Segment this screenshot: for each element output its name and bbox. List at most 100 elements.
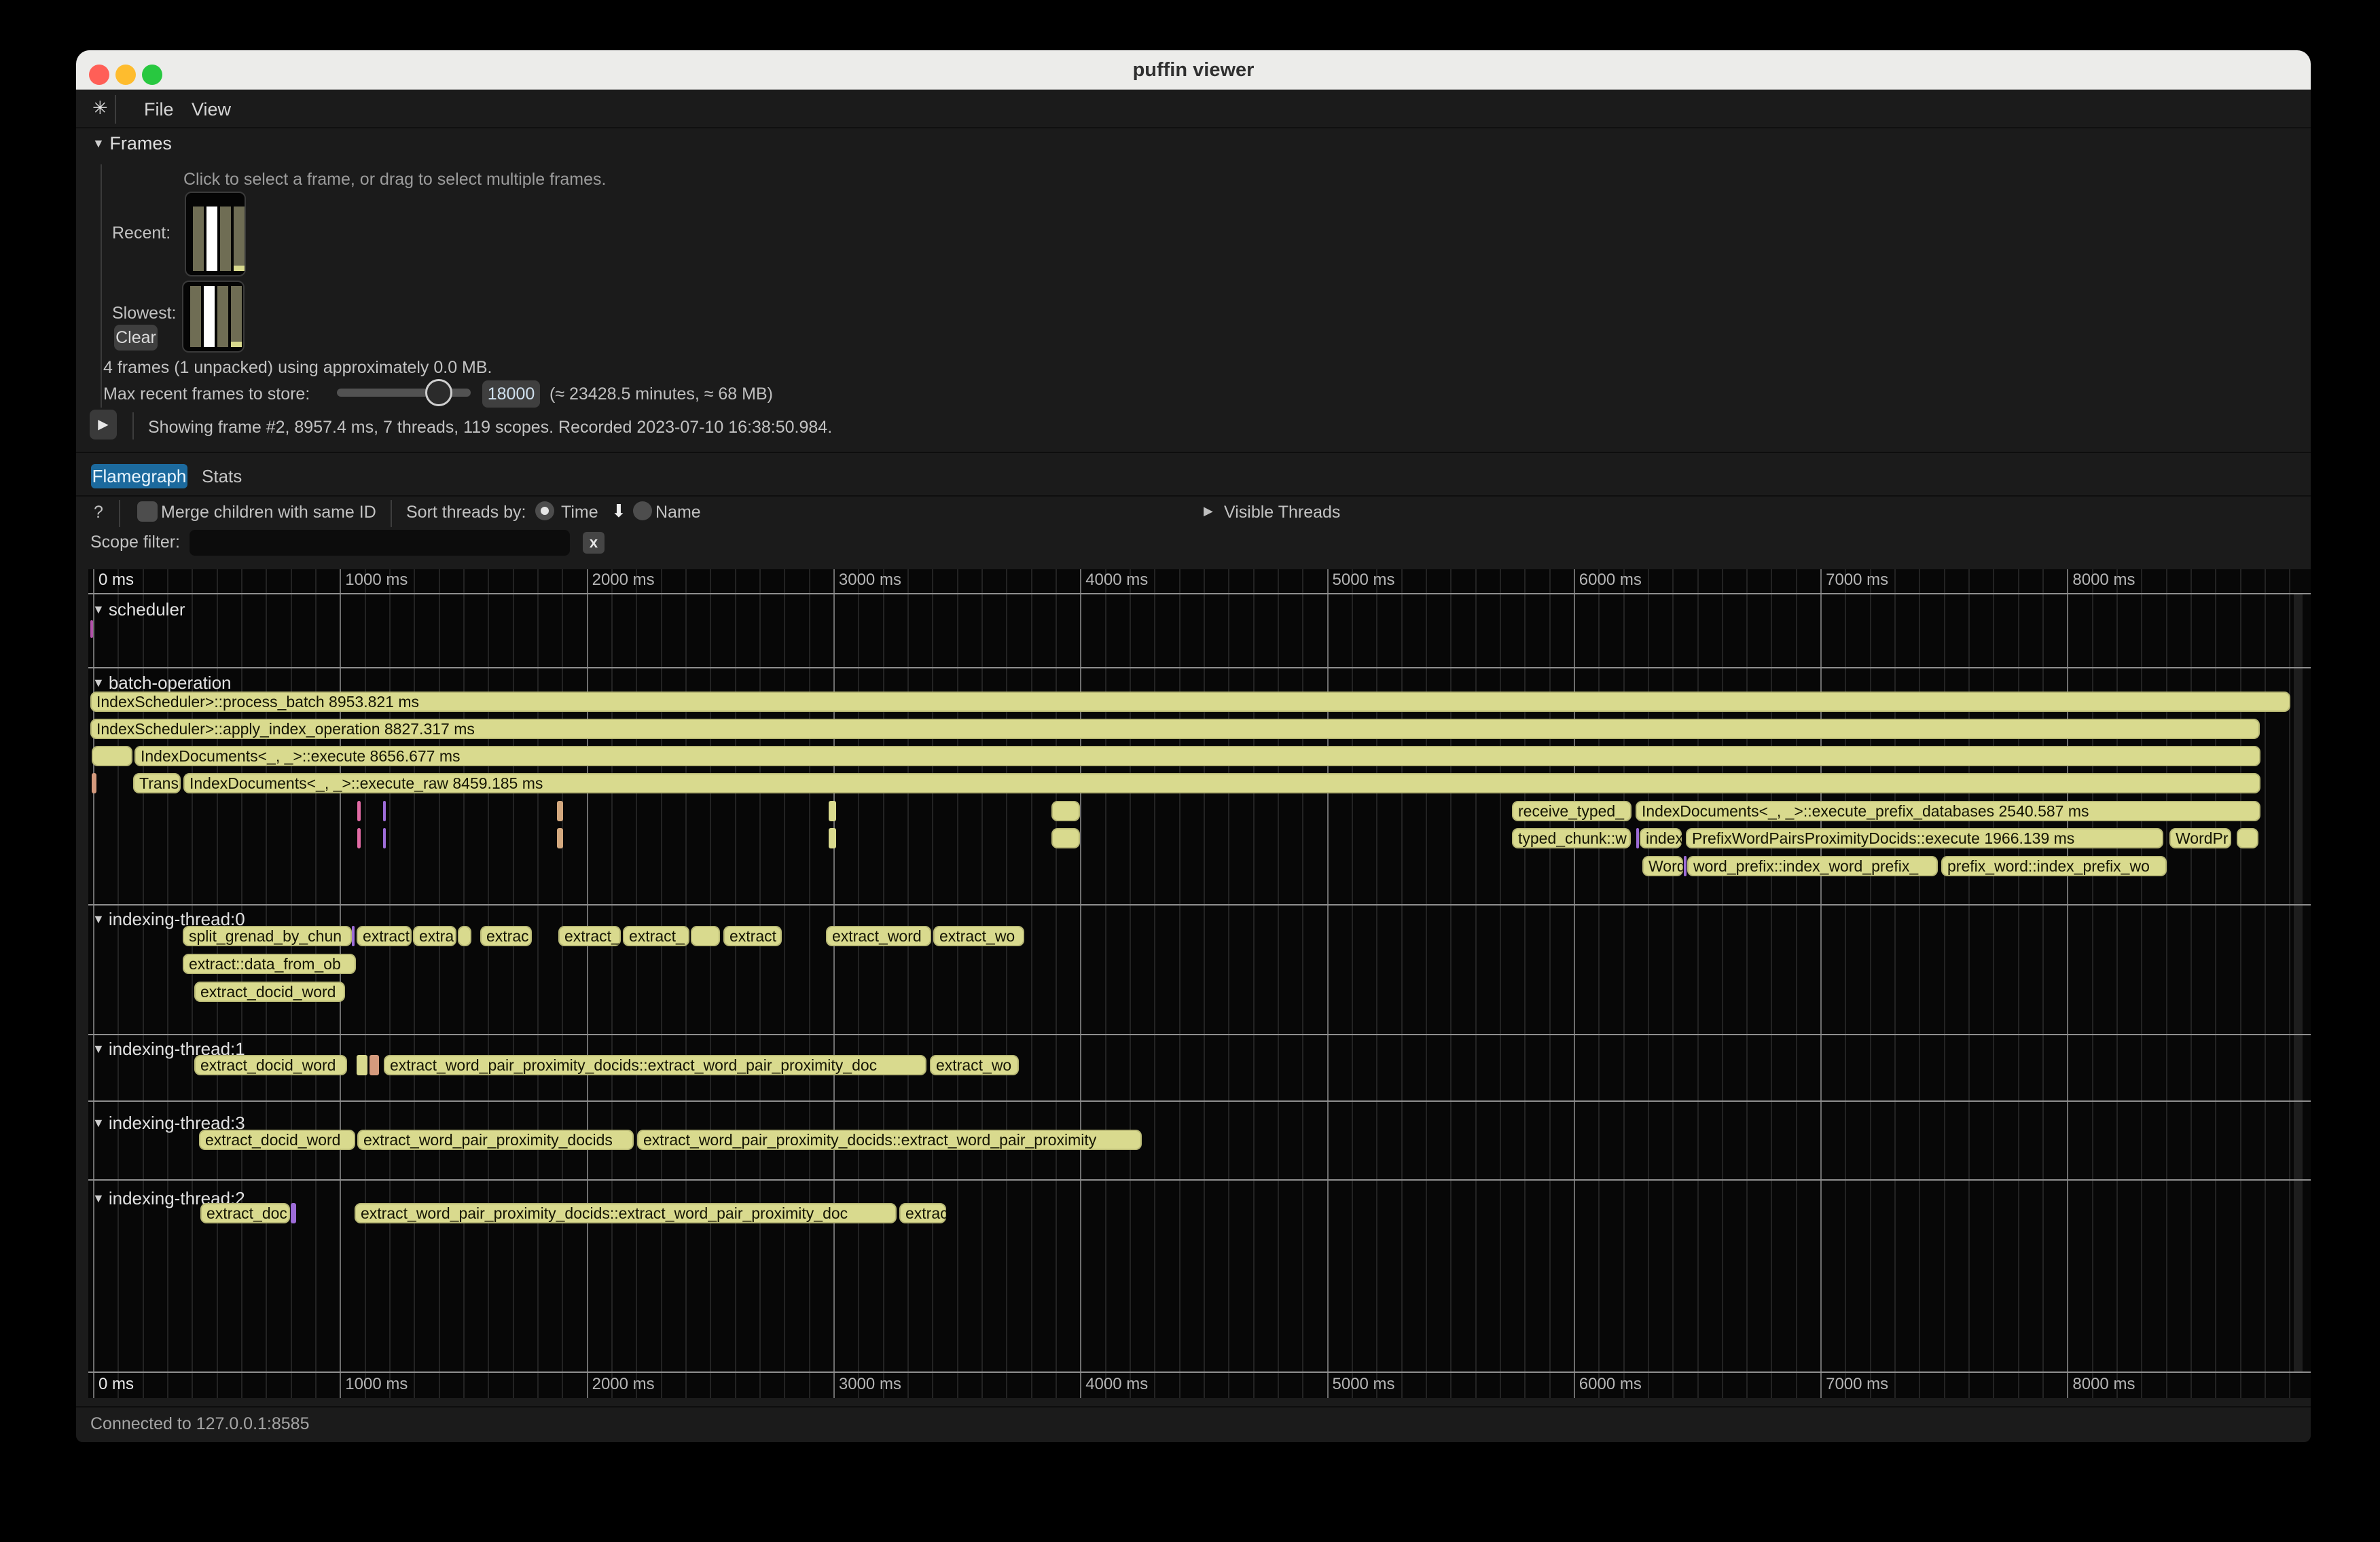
- flame-bar-tick[interactable]: [1684, 856, 1687, 876]
- flame-bar-tick[interactable]: [291, 1203, 296, 1223]
- flame-bar[interactable]: index: [1640, 828, 1682, 848]
- flame-bar[interactable]: prefix_word::index_prefix_wo: [1941, 856, 2167, 876]
- flame-bar[interactable]: IndexDocuments<_, _>::execute 8656.677 m…: [134, 746, 2260, 766]
- flame-bar[interactable]: extra: [413, 926, 456, 946]
- frames-section-header[interactable]: ▼ Frames: [92, 133, 172, 154]
- flame-bar[interactable]: extract: [357, 926, 412, 946]
- flame-bar[interactable]: typed_chunk::w: [1512, 828, 1631, 848]
- scope-filter-clear-button[interactable]: x: [583, 532, 605, 554]
- flame-bar[interactable]: extract_word_pair_proximity_docids::extr…: [355, 1203, 897, 1223]
- flame-bar-tick[interactable]: [691, 926, 720, 946]
- frame-bar[interactable]: [217, 286, 228, 347]
- sort-time-radio[interactable]: [535, 501, 554, 520]
- flame-bar-tick[interactable]: [1636, 828, 1639, 848]
- flame-bar-tick[interactable]: [383, 828, 386, 848]
- slowest-frames-thumbnail[interactable]: [182, 281, 245, 353]
- ruler-tick-label: 5000 ms: [1333, 1375, 1395, 1394]
- flame-bar[interactable]: extrac: [899, 1203, 946, 1223]
- ruler-tick-label: 8000 ms: [2072, 571, 2135, 590]
- frame-bar[interactable]: [190, 286, 201, 347]
- flame-bar-tick[interactable]: [92, 746, 132, 766]
- flame-bar[interactable]: word_prefix::index_word_prefix_: [1687, 856, 1938, 876]
- sort-name-label[interactable]: Name: [655, 503, 701, 522]
- sort-time-label[interactable]: Time: [561, 503, 598, 522]
- clear-button[interactable]: Clear: [114, 325, 158, 351]
- flame-bar[interactable]: extract_: [558, 926, 621, 946]
- flame-bar[interactable]: extract_docid_word: [199, 1130, 355, 1150]
- flame-bar-tick[interactable]: [829, 828, 836, 848]
- flame-bar-tick[interactable]: [90, 620, 93, 638]
- flame-bar[interactable]: extract_wo: [930, 1055, 1019, 1075]
- flame-bar[interactable]: extract_docid_word: [194, 982, 345, 1002]
- flame-bar[interactable]: IndexDocuments<_, _>::execute_prefix_dat…: [1636, 801, 2260, 821]
- visible-threads-triangle-icon: ▶: [1204, 504, 1213, 518]
- flame-bar-tick[interactable]: [557, 828, 563, 848]
- scope-filter-input[interactable]: [190, 530, 570, 556]
- titlebar[interactable]: puffin viewer: [76, 50, 2311, 90]
- flame-bar[interactable]: IndexScheduler>::process_batch 8953.821 …: [90, 692, 2290, 712]
- menu-file[interactable]: File: [144, 99, 174, 120]
- app-window: puffin viewer ✳ File View ▼ Frames Click…: [76, 50, 2311, 1442]
- frame-bar[interactable]: [220, 207, 231, 271]
- flame-bar[interactable]: extract::data_from_ob: [183, 954, 356, 974]
- frame-bar[interactable]: [206, 207, 217, 271]
- tab-flamegraph[interactable]: Flamegraph: [91, 464, 187, 488]
- thread-section-header[interactable]: ▼scheduler: [92, 599, 185, 620]
- sort-name-radio[interactable]: [633, 501, 652, 520]
- tab-stats[interactable]: Stats: [202, 466, 242, 487]
- flame-bar[interactable]: extract_word_pair_proximity_docids: [357, 1130, 634, 1150]
- flame-bar[interactable]: extract_word: [826, 926, 931, 946]
- flame-bar-tick[interactable]: [369, 1055, 379, 1075]
- recent-frames-thumbnail[interactable]: [185, 192, 246, 276]
- flame-bar[interactable]: split_grenad_by_chun: [183, 926, 352, 946]
- flame-bar-tick[interactable]: [383, 801, 386, 821]
- flame-bar[interactable]: extract_word_pair_proximity_docids::extr…: [637, 1130, 1142, 1150]
- frame-bar[interactable]: [193, 207, 204, 271]
- flamegraph-canvas[interactable]: 0 ms0 ms1000 ms1000 ms2000 ms2000 ms3000…: [88, 569, 2311, 1398]
- flame-bar[interactable]: IndexScheduler>::apply_index_operation 8…: [90, 719, 2260, 739]
- frame-bar[interactable]: [234, 207, 245, 271]
- frame-bar[interactable]: [204, 286, 215, 347]
- divider: [76, 452, 2311, 453]
- flame-bar[interactable]: IndexDocuments<_, _>::execute_raw 8459.1…: [183, 773, 2260, 793]
- flame-bar[interactable]: Trans: [133, 773, 181, 793]
- visible-threads-header[interactable]: Visible Threads: [1224, 503, 1340, 522]
- flame-bar[interactable]: extract_: [623, 926, 689, 946]
- flame-bar[interactable]: extract_doc: [200, 1203, 290, 1223]
- flame-bar-tick[interactable]: [352, 926, 355, 946]
- flame-bar[interactable]: Word: [1642, 856, 1683, 876]
- flame-bar[interactable]: extract_docid_word: [194, 1055, 347, 1075]
- flame-bar-tick[interactable]: [1051, 828, 1080, 848]
- flame-bar[interactable]: extract_word_pair_proximity_docids::extr…: [384, 1055, 926, 1075]
- thread-section-header[interactable]: ▼batch-operation: [92, 673, 232, 694]
- merge-children-label: Merge children with same ID: [161, 503, 376, 522]
- slider-knob[interactable]: [425, 379, 452, 406]
- menu-view[interactable]: View: [192, 99, 231, 120]
- flame-bar-tick[interactable]: [357, 828, 361, 848]
- flame-bar-tick[interactable]: [357, 801, 361, 821]
- flame-bar-tick[interactable]: [829, 801, 836, 821]
- ruler-tick-label: 4000 ms: [1085, 571, 1148, 590]
- flame-bar[interactable]: PrefixWordPairsProximityDocids::execute …: [1686, 828, 2163, 848]
- theme-toggle-icon[interactable]: ✳: [92, 98, 108, 119]
- flame-bar-tick[interactable]: [92, 773, 96, 793]
- play-button[interactable]: ▶: [90, 410, 117, 440]
- max-frames-value[interactable]: 18000: [482, 380, 540, 408]
- flame-bar[interactable]: WordPr: [2169, 828, 2231, 848]
- flame-bar-tick[interactable]: [2237, 828, 2258, 848]
- flame-bar[interactable]: receive_typed_: [1512, 801, 1631, 821]
- flame-bar[interactable]: extract: [723, 926, 782, 946]
- flame-bar-tick[interactable]: [458, 926, 471, 946]
- frame-bar[interactable]: [231, 286, 242, 347]
- ruler-tick-label: 1000 ms: [345, 571, 408, 590]
- flame-bar[interactable]: extract_wo: [933, 926, 1024, 946]
- flame-bar-tick[interactable]: [557, 801, 563, 821]
- flame-bar-tick[interactable]: [1051, 801, 1080, 821]
- merge-children-checkbox[interactable]: [137, 501, 158, 522]
- help-button[interactable]: ?: [94, 503, 103, 522]
- sort-direction-arrow-icon[interactable]: ⬇: [611, 501, 626, 522]
- slowest-label: Slowest:: [112, 304, 176, 323]
- flame-bar-tick[interactable]: [357, 1055, 367, 1075]
- flame-bar[interactable]: extrac: [480, 926, 532, 946]
- scrollbar-track[interactable]: [2294, 594, 2303, 1371]
